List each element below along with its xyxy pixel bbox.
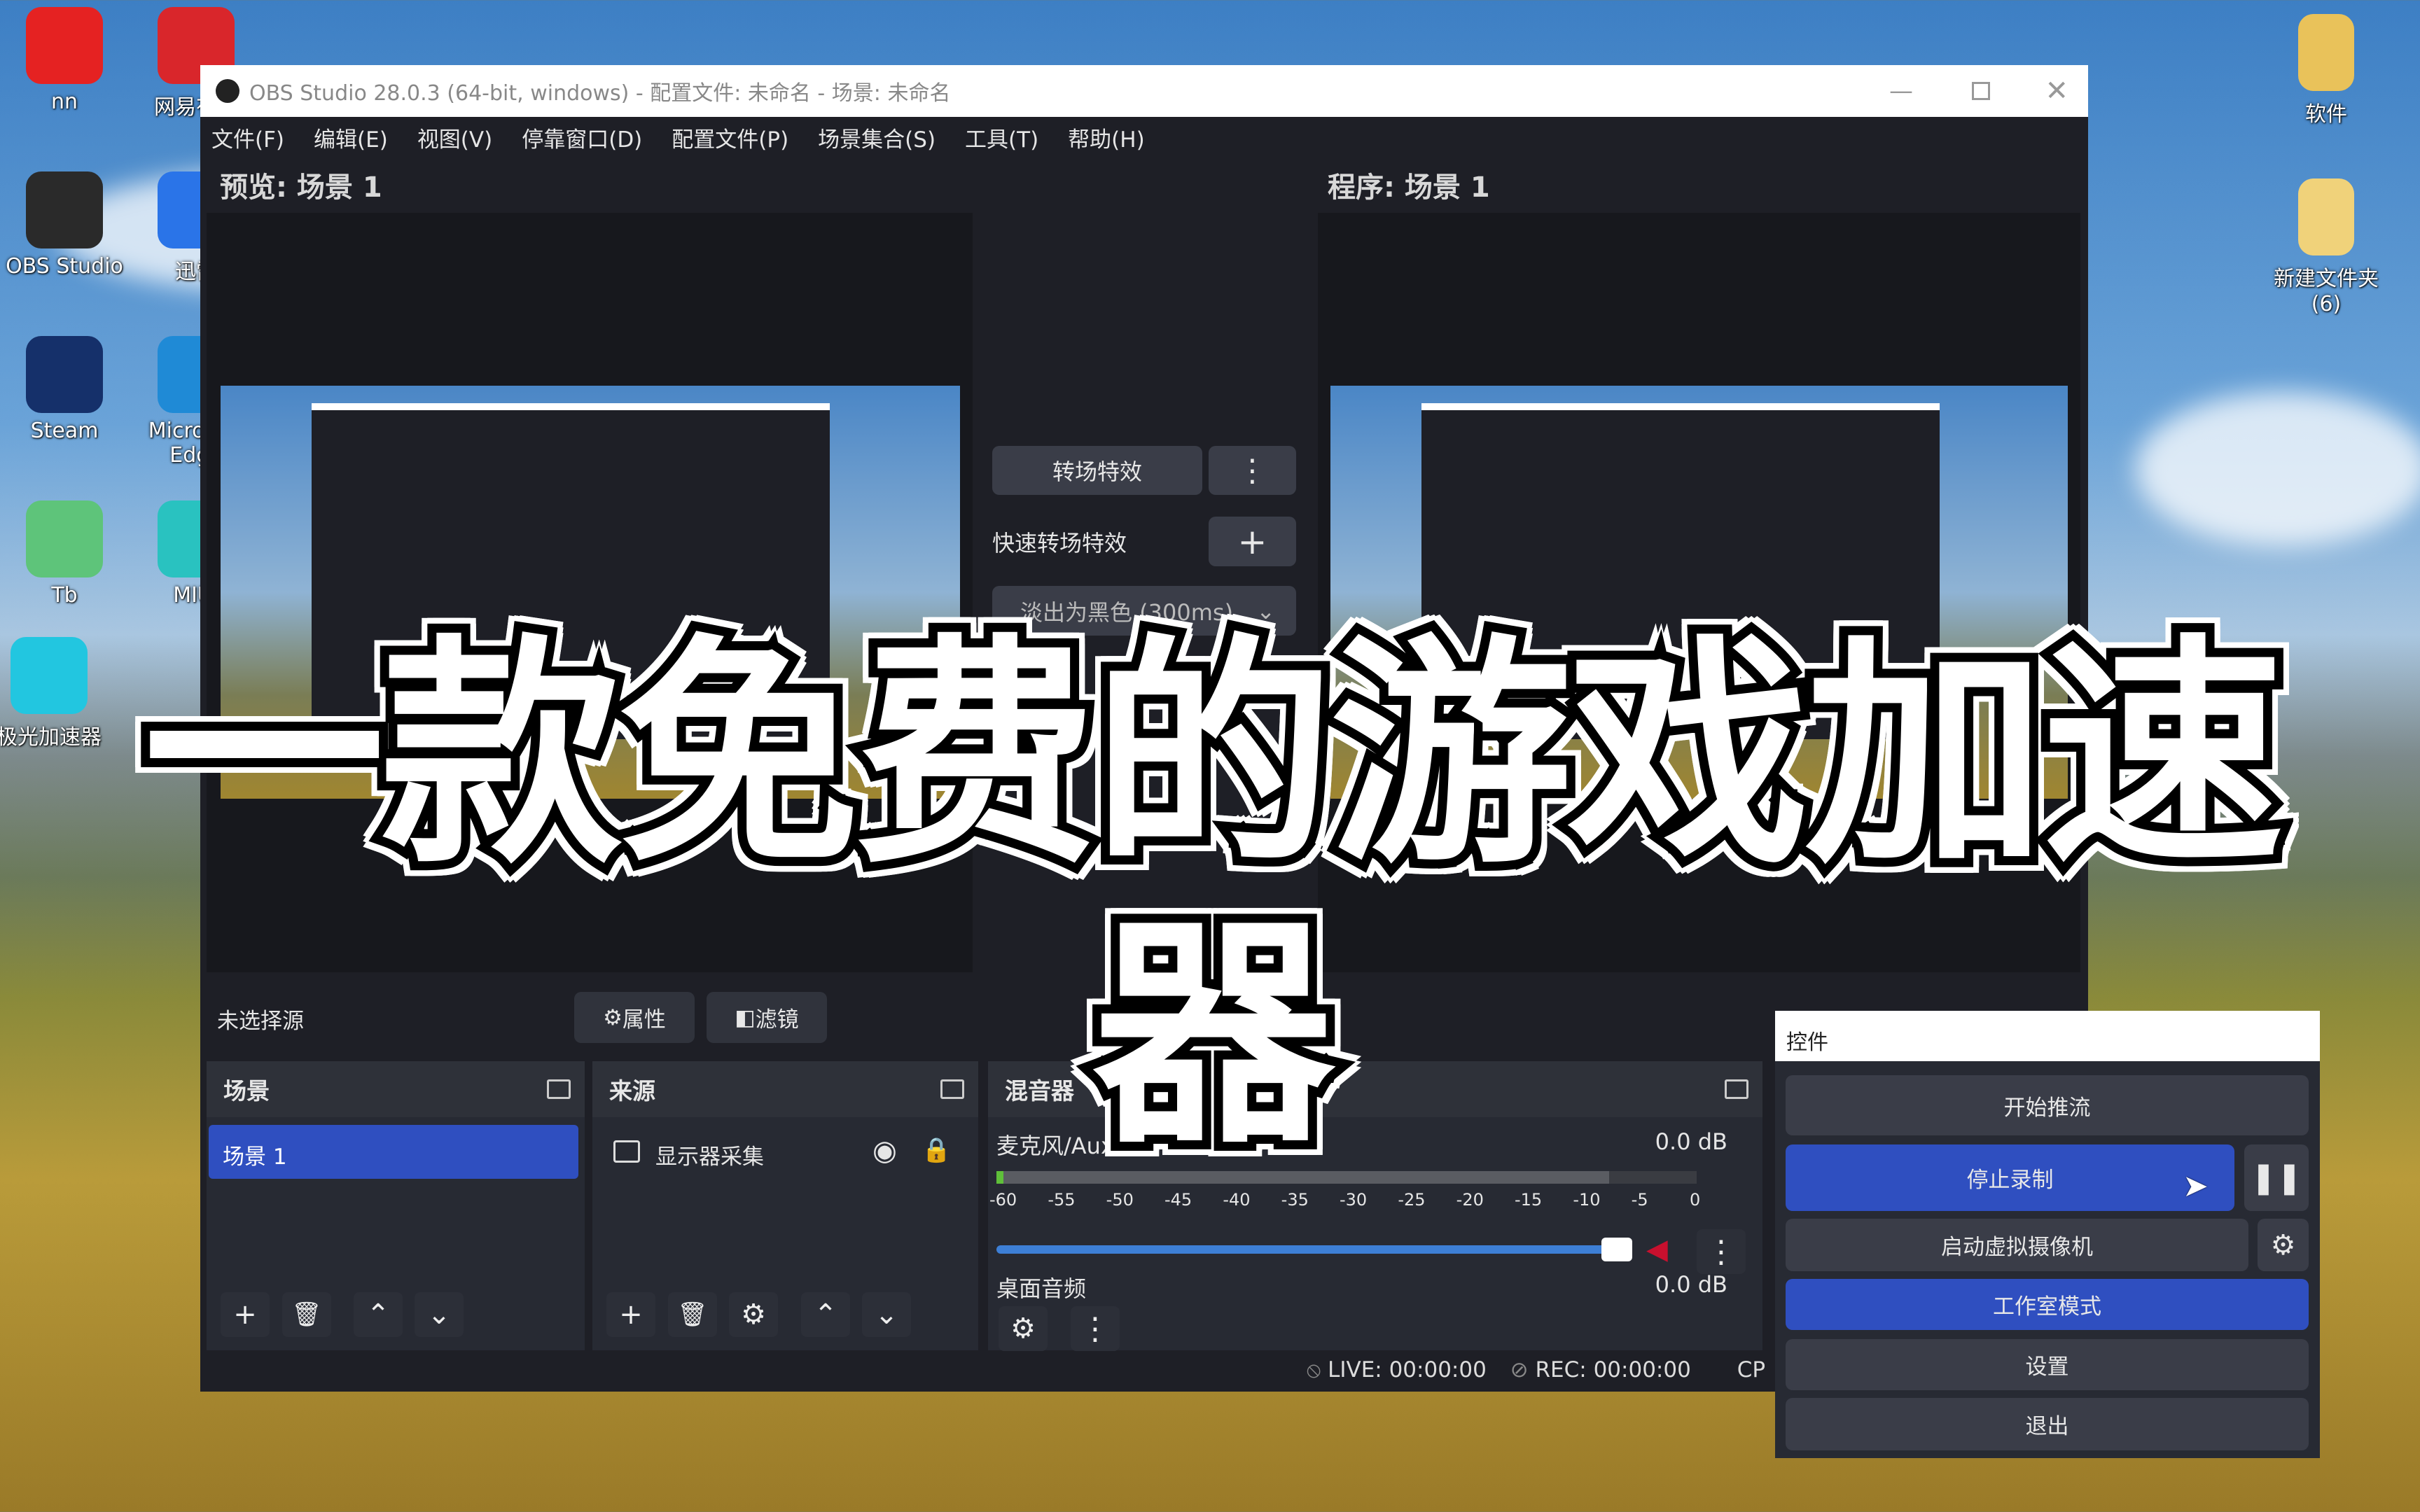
meter-tick-label: -50 [1106, 1190, 1134, 1210]
meter-tick-label: -30 [1340, 1190, 1368, 1210]
menu-bar: 文件(F) 编辑(E) 视图(V) 停靠窗口(D) 配置文件(P) 场景集合(S… [200, 117, 2088, 158]
desktop-icon[interactable]: 软件 [2263, 14, 2389, 127]
move-source-down-button[interactable]: ⌄ [862, 1292, 911, 1337]
close-button[interactable]: ✕ [2045, 75, 2068, 107]
meter-tick-label: -35 [1281, 1190, 1309, 1210]
settings-button[interactable]: 设置 [1786, 1339, 2309, 1390]
app-icon [26, 7, 103, 84]
desktop-icon[interactable]: Tb [1, 500, 127, 608]
meter-tick-label: -45 [1164, 1190, 1192, 1210]
desktop-icon-label: Steam [30, 419, 99, 443]
add-scene-button[interactable]: + [221, 1292, 270, 1337]
menu-help[interactable]: 帮助(H) [1068, 122, 1145, 153]
virtual-camera-settings-gear-icon[interactable]: ⚙ [2258, 1219, 2309, 1271]
move-scene-down-button[interactable]: ⌄ [415, 1292, 464, 1337]
maximize-button[interactable] [1972, 82, 1990, 100]
start-virtual-camera-button[interactable]: 启动虚拟摄像机 [1786, 1219, 2248, 1271]
meter-tick-label: -60 [989, 1190, 1017, 1210]
remove-scene-button[interactable]: 🗑 [282, 1292, 331, 1337]
desktop-audio-menu-button[interactable]: ⋮ [1071, 1306, 1120, 1351]
desktop-icon[interactable]: OBS Studio [1, 172, 127, 279]
meter-tick-label: -40 [1223, 1190, 1251, 1210]
advanced-audio-gear-icon[interactable]: ⚙ [999, 1306, 1048, 1351]
desktop-audio-name: 桌面音频 [996, 1275, 1087, 1302]
desktop-icon-label: nn [50, 90, 78, 114]
folder-icon [2298, 178, 2354, 255]
quick-transitions-label: 快速转场特效 [992, 530, 1127, 556]
app-icon [26, 336, 103, 413]
desktop-audio-db: 0.0 dB [1655, 1271, 1727, 1298]
desktop-icon[interactable]: 新建文件夹 (6) [2263, 178, 2389, 316]
add-source-button[interactable]: + [606, 1292, 655, 1337]
move-scene-up-button[interactable]: ⌃ [354, 1292, 403, 1337]
menu-view[interactable]: 视图(V) [417, 122, 492, 153]
window-title: OBS Studio 28.0.3 (64-bit, windows) - 配置… [249, 81, 951, 106]
cloud [2136, 392, 2420, 546]
exit-button[interactable]: 退出 [1786, 1398, 2309, 1450]
desktop-icon[interactable]: nn [1, 7, 127, 114]
meter-tick-label: -20 [1456, 1190, 1484, 1210]
program-label: 程序: 场景 1 [1328, 172, 1490, 204]
move-source-up-button[interactable]: ⌃ [801, 1292, 850, 1337]
studio-mode-button[interactable]: 工作室模式 [1786, 1279, 2309, 1330]
source-properties-button[interactable]: ⚙ [729, 1292, 778, 1337]
menu-tools[interactable]: 工具(T) [965, 122, 1038, 153]
desktop-icon[interactable]: Steam [1, 336, 127, 443]
add-quick-transition-button[interactable]: + [1209, 517, 1296, 566]
mic-volume-slider[interactable] [996, 1245, 1613, 1254]
rec-status-icon: ⊘ [1510, 1357, 1529, 1382]
transition-menu-button[interactable]: ⋮ [1209, 446, 1296, 495]
meter-tick-label: -5 [1631, 1190, 1648, 1210]
volume-slider-handle[interactable] [1601, 1238, 1632, 1261]
menu-scene-collection[interactable]: 场景集合(S) [818, 122, 936, 153]
meter-scale: -60 -55 -50 -45 -40 -35 -30 -25 -20 -15 -10 -5 0 [989, 1187, 1701, 1215]
app-icon [26, 500, 103, 578]
meter-tick-label: -25 [1398, 1190, 1426, 1210]
folder-icon [2298, 14, 2354, 91]
menu-edit[interactable]: 编辑(E) [314, 122, 388, 153]
remove-source-button[interactable]: 🗑 [668, 1292, 717, 1337]
menu-file[interactable]: 文件(F) [211, 122, 284, 153]
transition-button[interactable]: 转场特效 [992, 446, 1202, 495]
desktop-icon-label: 软件 [2305, 102, 2347, 127]
cpu-usage: CP [1737, 1357, 1766, 1382]
minimize-button[interactable]: — [1889, 77, 1913, 105]
app-icon [26, 172, 103, 248]
rec-time: REC: 00:00:00 [1535, 1357, 1691, 1382]
meter-tick-label: 0 [1690, 1190, 1701, 1210]
live-time: LIVE: 00:00:00 [1328, 1357, 1487, 1382]
menu-docks[interactable]: 停靠窗口(D) [522, 122, 642, 153]
meter-tick-label: -10 [1573, 1190, 1601, 1210]
desktop-icon-label: Tb [51, 583, 78, 608]
preview-label: 预览: 场景 1 [220, 172, 382, 204]
desktop-icon-label: 新建文件夹 (6) [2274, 267, 2379, 316]
overlay-caption: 一款免费的游戏加速器 [134, 607, 2293, 1185]
live-status-icon: ⦸ [1307, 1357, 1321, 1382]
meter-tick-label: -55 [1048, 1190, 1076, 1210]
status-bar: ⦸ LIVE: 00:00:00 ⊘ REC: 00:00:00 CP [1307, 1357, 1765, 1383]
mic-menu-button[interactable]: ⋮ [1697, 1229, 1746, 1274]
meter-tick-label: -15 [1515, 1190, 1543, 1210]
obs-logo-icon [216, 79, 239, 103]
title-bar: OBS Studio 28.0.3 (64-bit, windows) - 配置… [200, 65, 2088, 117]
menu-profile[interactable]: 配置文件(P) [672, 122, 788, 153]
muted-speaker-icon[interactable]: ◀ [1646, 1233, 1668, 1266]
desktop-icon-label: OBS Studio [6, 254, 123, 279]
